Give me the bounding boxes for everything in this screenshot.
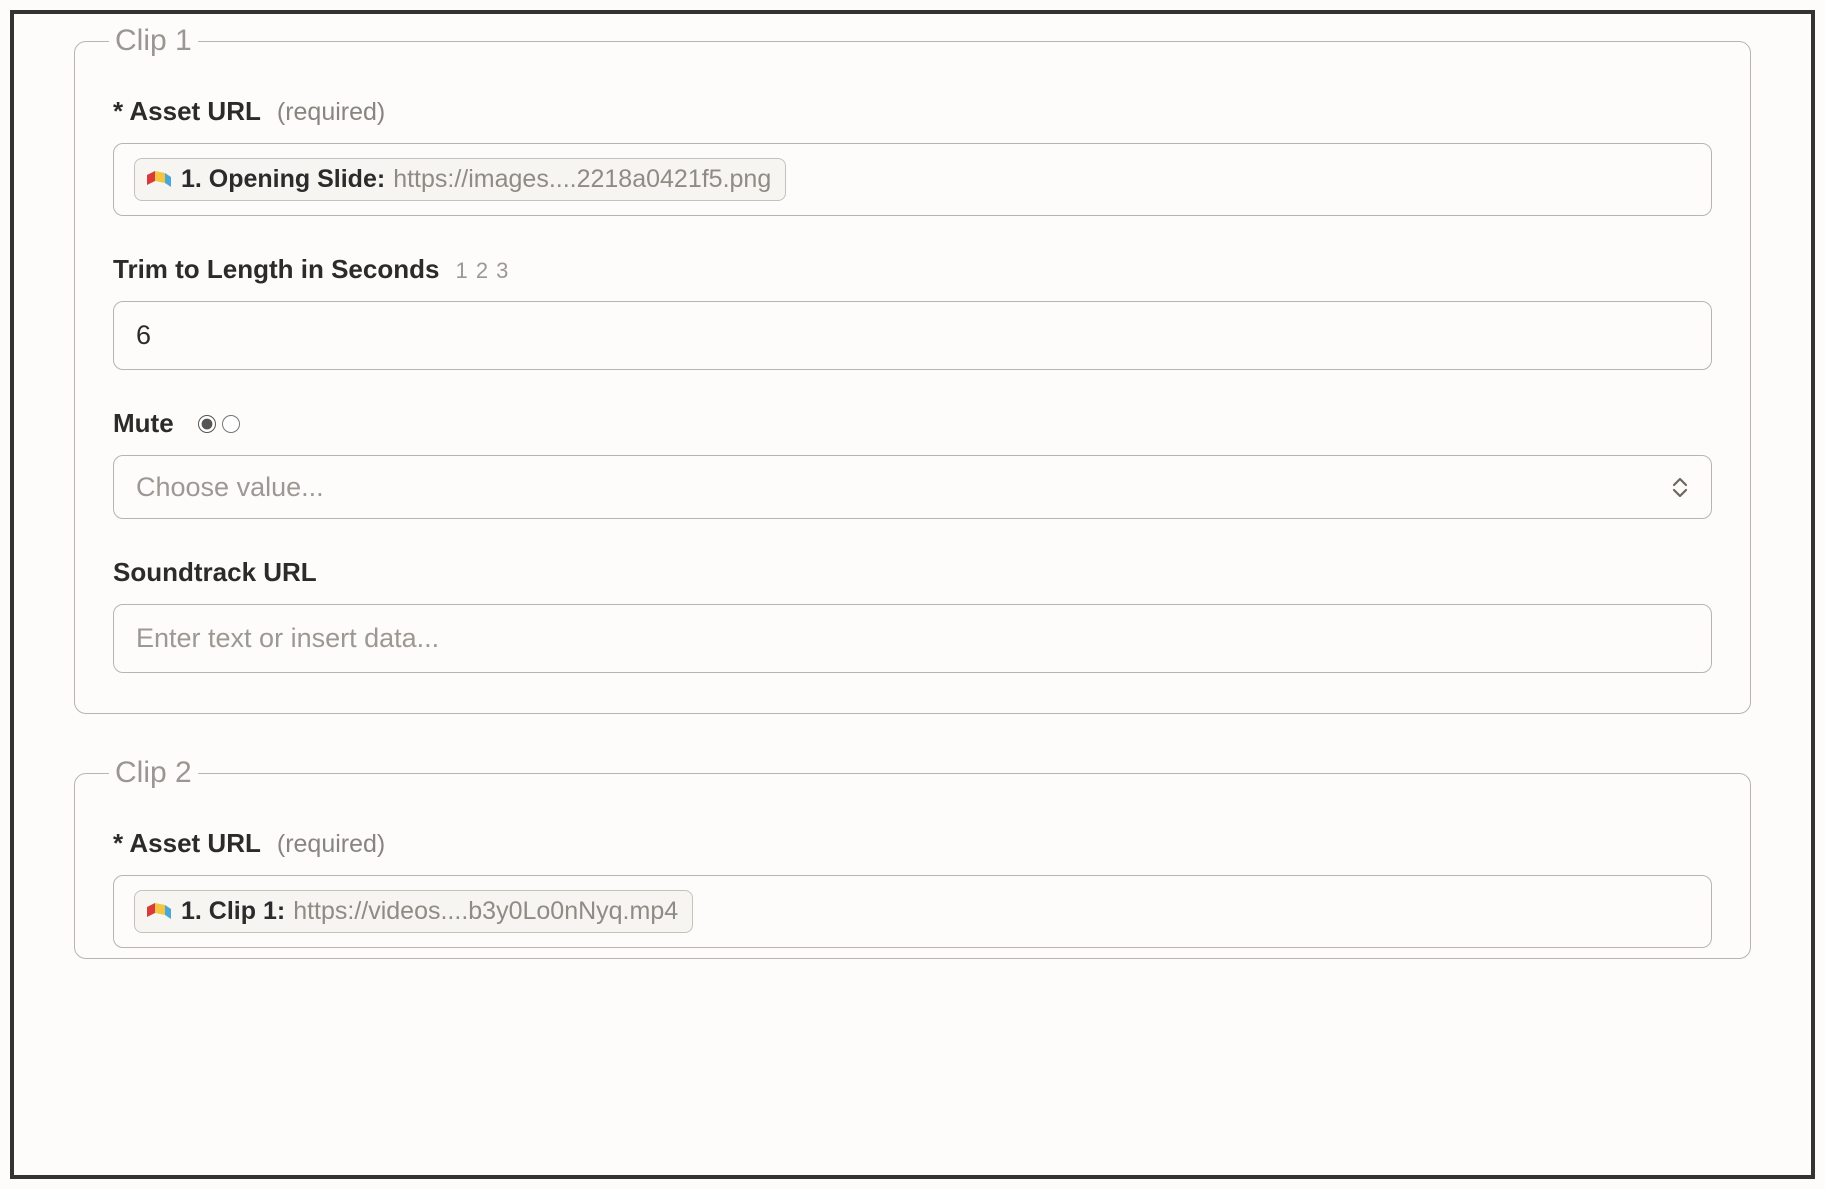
chevron-up-down-icon [1671,477,1689,498]
asset-url-token[interactable]: 1. Opening Slide: https://images....2218… [134,158,786,201]
mute-radio-on[interactable] [198,415,216,433]
asset-url-label-row-2: * Asset URL (required) [113,828,1712,859]
form-frame: Clip 1 * Asset URL (required) [10,10,1815,1179]
required-hint-2: (required) [277,830,385,859]
mute-field-group: Mute Choose value... [113,408,1712,519]
mute-label: Mute [113,408,174,439]
mute-radio-group [198,415,240,433]
mute-select[interactable]: Choose value... [113,455,1712,519]
asset-url-input[interactable]: 1. Opening Slide: https://images....2218… [113,143,1712,216]
soundtrack-input[interactable] [113,604,1712,673]
app-icon [145,169,173,191]
soundtrack-label: Soundtrack URL [113,557,317,588]
clip-1-legend: Clip 1 [109,24,198,58]
soundtrack-label-row: Soundtrack URL [113,557,1712,588]
trim-length-label: Trim to Length in Seconds [113,254,439,285]
asset-url-label-text: Asset URL [129,96,260,126]
clip-1-fieldset: Clip 1 * Asset URL (required) [74,24,1751,714]
asset-url-label-text-2: Asset URL [129,828,260,858]
clip-2-legend: Clip 2 [109,756,198,790]
trim-length-input[interactable] [113,301,1712,370]
clip-2-fieldset: Clip 2 * Asset URL (required) [74,756,1751,959]
asset-url-label: * Asset URL [113,96,261,127]
mute-label-row: Mute [113,408,1712,439]
mute-select-placeholder: Choose value... [136,472,324,503]
asset-url-input-2[interactable]: 1. Clip 1: https://videos....b3y0Lo0nNyq… [113,875,1712,948]
asset-url-token-value-2: https://videos....b3y0Lo0nNyq.mp4 [293,897,678,926]
asset-url-label-row: * Asset URL (required) [113,96,1712,127]
asset-url-label-2: * Asset URL [113,828,261,859]
asset-url-token-label-2: 1. Clip 1: [181,897,285,926]
asset-url-token-2[interactable]: 1. Clip 1: https://videos....b3y0Lo0nNyq… [134,890,693,933]
required-asterisk-2: * [113,828,123,858]
trim-length-field-group: Trim to Length in Seconds 1 2 3 [113,254,1712,370]
required-hint: (required) [277,98,385,127]
soundtrack-field-group: Soundtrack URL [113,557,1712,673]
trim-length-hint: 1 2 3 [455,258,509,284]
asset-url-token-label: 1. Opening Slide: [181,165,385,194]
mute-radio-off[interactable] [222,415,240,433]
asset-url-token-value: https://images....2218a0421f5.png [393,165,771,194]
trim-length-label-row: Trim to Length in Seconds 1 2 3 [113,254,1712,285]
app-icon [145,901,173,923]
asset-url-field-group: * Asset URL (required) 1. Opening Slide: [113,96,1712,216]
required-asterisk: * [113,96,123,126]
asset-url-field-group-2: * Asset URL (required) 1. Clip 1: htt [113,828,1712,948]
